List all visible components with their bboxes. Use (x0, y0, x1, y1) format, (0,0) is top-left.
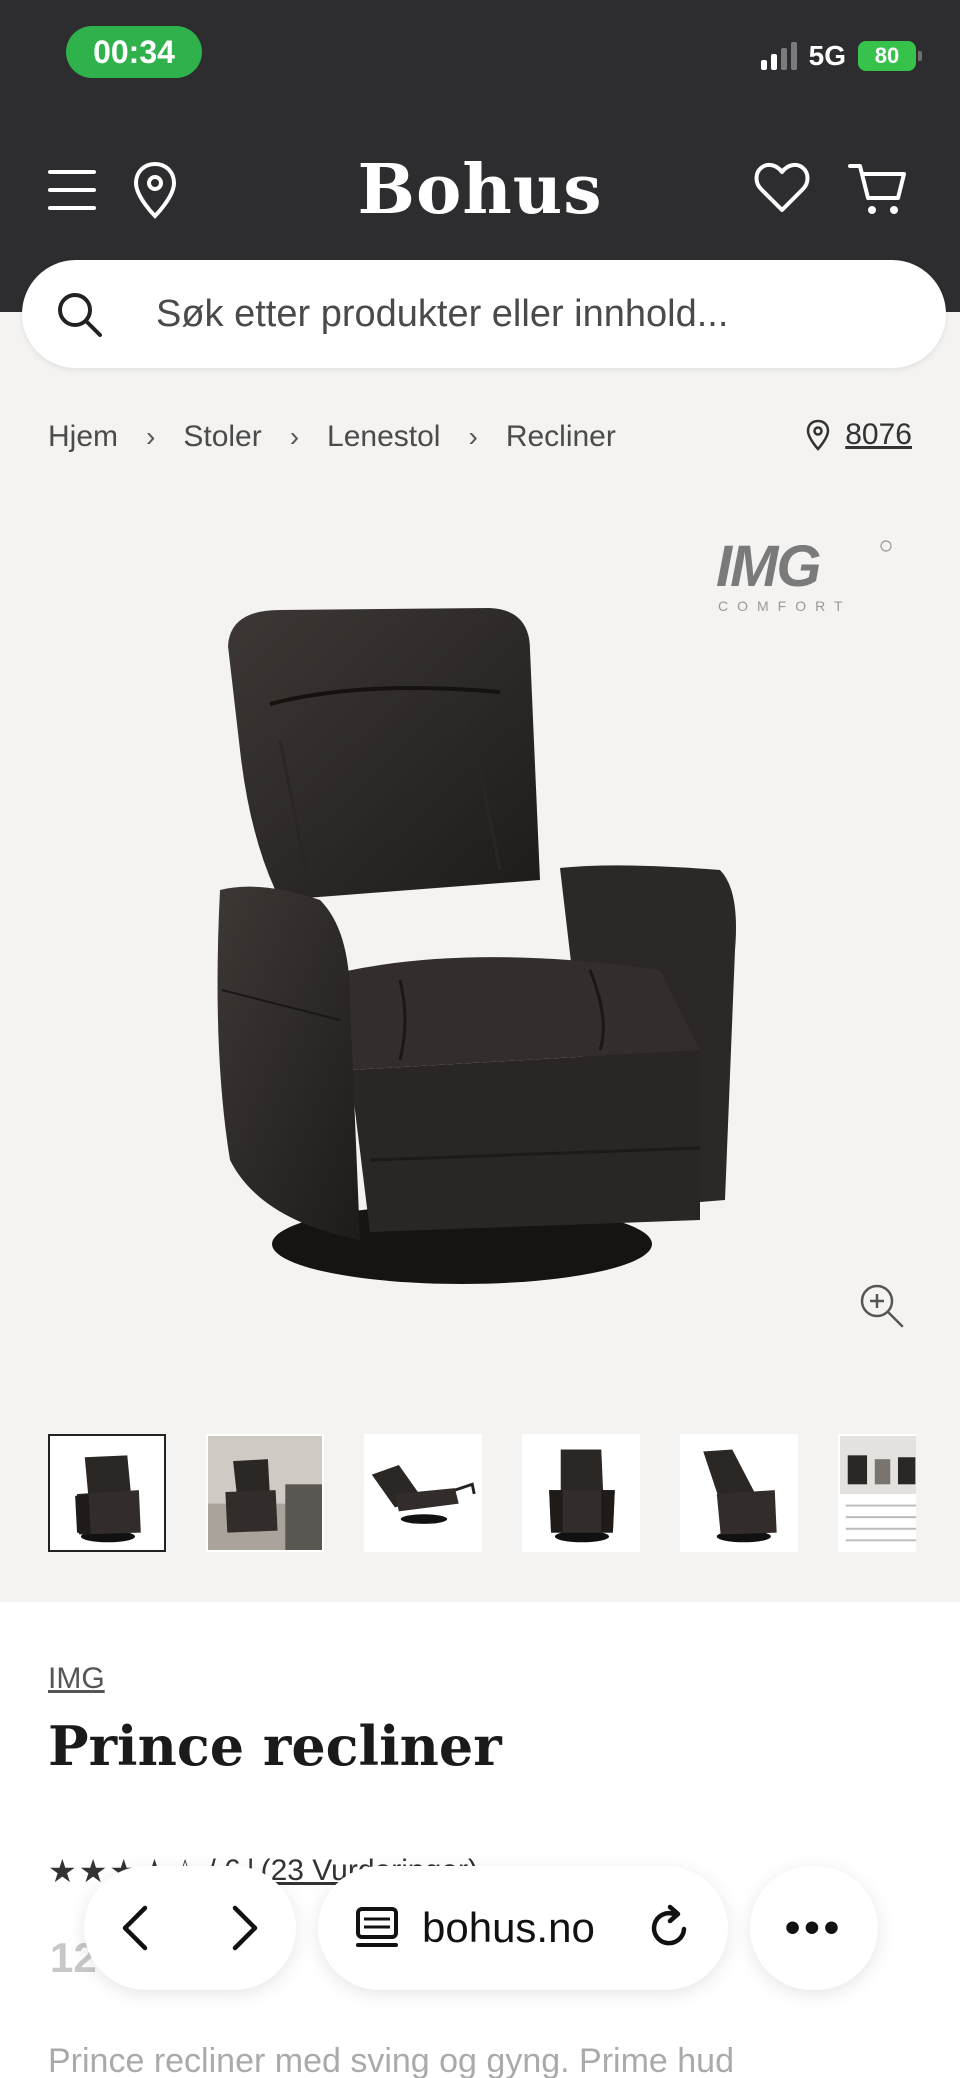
bohus-logo[interactable]: Bohus (0, 150, 960, 230)
signal-icon (760, 42, 797, 70)
breadcrumb-item-stoler[interactable]: Stoler (183, 420, 261, 454)
product-brand-link[interactable]: IMG (48, 1662, 105, 1696)
thumbnail-6[interactable] (838, 1434, 916, 1552)
zoom-icon[interactable] (856, 1280, 906, 1330)
thumbnail-1[interactable] (48, 1434, 166, 1552)
thumbnail-4[interactable] (522, 1434, 640, 1552)
store-pin-icon (806, 419, 830, 451)
status-time: 00:34 (66, 26, 202, 78)
chevron-right-icon: › (146, 421, 156, 452)
network-type: 5G (808, 40, 846, 71)
browser-nav (84, 1866, 296, 1990)
search-icon (58, 293, 102, 337)
thumbnail-5[interactable] (680, 1434, 798, 1552)
thumbnail-2[interactable] (206, 1434, 324, 1552)
reload-icon[interactable] (644, 1903, 694, 1953)
status-indicators: 5G 80 (760, 40, 922, 72)
back-icon[interactable] (107, 1898, 167, 1958)
forward-icon[interactable] (213, 1898, 273, 1958)
battery-icon: 80 (858, 41, 922, 71)
cart-icon[interactable] (848, 160, 910, 218)
store-number: 8076 (845, 418, 912, 451)
product-description: Prince recliner med sving og gyng. Prime… (48, 2042, 734, 2078)
store-selector[interactable]: 8076 (805, 418, 912, 452)
battery-level: 80 (874, 43, 900, 68)
breadcrumb-item-recliner[interactable]: Recliner (506, 420, 616, 454)
wishlist-heart-icon[interactable] (754, 162, 810, 214)
brand-logo-text: IMG (716, 536, 820, 599)
thumbnail-3[interactable] (364, 1434, 482, 1552)
url-text: bohus.no (422, 1904, 595, 1951)
more-options-button[interactable]: ••• (750, 1866, 878, 1990)
breadcrumb-item-lenestol[interactable]: Lenestol (327, 420, 440, 454)
breadcrumb: Hjem › Stoler › Lenestol › Recliner (48, 420, 616, 454)
search-input[interactable]: Søk etter produkter eller innhold... (22, 260, 946, 368)
chevron-right-icon: › (289, 421, 300, 452)
product-title: Prince recliner (48, 1714, 502, 1778)
product-main-image[interactable] (200, 600, 760, 1300)
address-bar[interactable]: bohus.no (318, 1866, 728, 1990)
chevron-right-icon: › (468, 421, 478, 452)
tabs-icon[interactable] (352, 1903, 402, 1953)
thumbnail-strip (48, 1434, 916, 1554)
search-placeholder: Søk etter produkter eller innhold... (156, 292, 729, 335)
product-info: IMG Prince recliner ★★★★☆ / 6 | (23 Vurd… (0, 1602, 960, 2078)
breadcrumb-item-hjem[interactable]: Hjem (48, 420, 118, 454)
